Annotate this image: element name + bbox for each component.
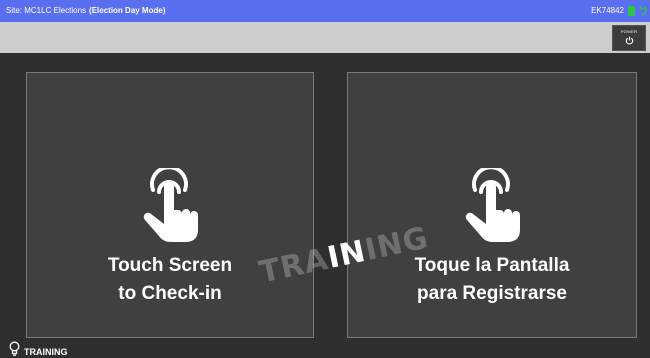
tap-hand-icon [465, 168, 520, 242]
title-bar: Site: MC1LC Elections (Election Day Mode)… [0, 0, 650, 22]
check-in-english-line1: Touch Screen [107, 255, 233, 276]
lightbulb-icon [9, 341, 20, 356]
toolbar: POWER [0, 22, 650, 53]
power-label: POWER [620, 29, 638, 34]
check-in-english-button[interactable]: Touch Screen to Check-in [26, 72, 314, 338]
device-id: EK74842 [591, 6, 624, 15]
check-in-english-label: Touch Screen to Check-in [27, 252, 313, 308]
footer-bar: TRAINING [0, 341, 650, 358]
battery-icon [628, 6, 635, 16]
status-area: EK74842 [591, 0, 647, 22]
check-in-english-line2: to Check-in [118, 283, 222, 304]
check-in-spanish-button[interactable]: Toque la Pantalla para Registrarse [347, 72, 637, 338]
check-in-spanish-label: Toque la Pantalla para Registrarse [348, 252, 636, 308]
plug-icon [639, 6, 647, 16]
power-button[interactable]: POWER [612, 25, 646, 51]
site-name: Site: MC1LC Elections [6, 6, 87, 15]
check-in-area: Touch Screen to Check-in Toque la Pantal… [0, 53, 650, 343]
training-mode-text: TRAINING [24, 347, 68, 357]
power-icon [613, 36, 645, 48]
check-in-spanish-line2: para Registrarse [417, 283, 567, 304]
election-mode: (Election Day Mode) [89, 6, 166, 15]
tap-hand-icon [143, 168, 198, 242]
check-in-spanish-line1: Toque la Pantalla [414, 255, 570, 276]
